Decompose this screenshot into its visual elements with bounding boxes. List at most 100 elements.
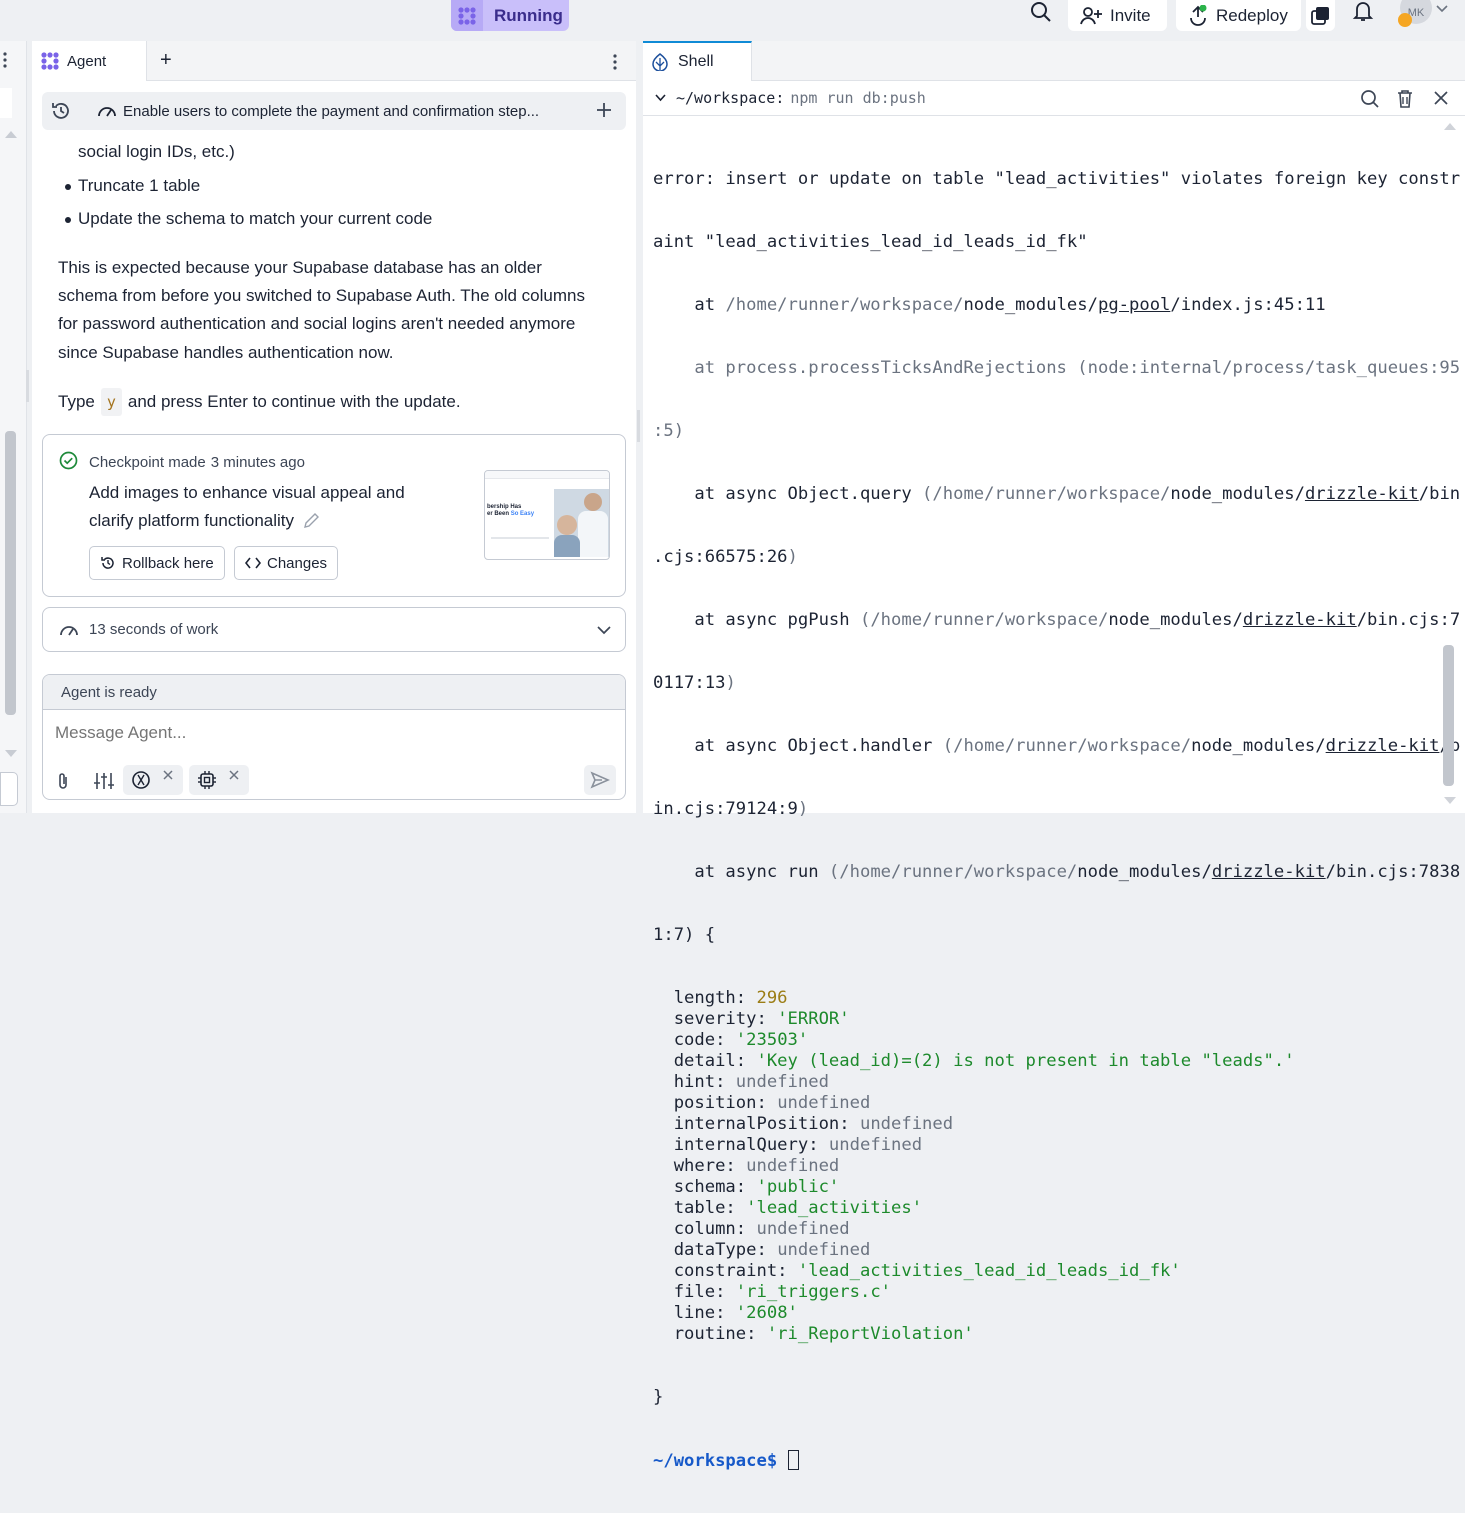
error-field-value: undefined [777,1093,871,1113]
cpu-chip[interactable] [189,765,249,795]
terminal-cursor [787,1450,799,1470]
checkpoint-description-line: Add images to enhance visual appeal and [89,483,405,502]
strip-box[interactable] [0,772,18,806]
scroll-down-icon[interactable] [4,749,18,759]
instruction-suffix: and press Enter to continue with the upd… [127,392,461,411]
pencil-icon[interactable] [302,512,320,530]
error-field-key: constraint: [653,1261,798,1281]
scroll-up-icon[interactable] [1443,121,1457,131]
avatar[interactable]: MK [1398,0,1433,27]
send-button[interactable] [584,765,616,795]
thumb-photo [554,489,609,557]
resize-handle-left[interactable] [26,370,29,402]
task-title: Enable users to complete the payment and… [123,102,540,120]
paperclip-icon[interactable] [55,771,71,791]
search-icon[interactable] [1360,89,1380,109]
close-icon[interactable] [1434,91,1448,105]
redeploy-button[interactable]: Redeploy [1176,0,1301,31]
error-field-key: severity: [653,1009,778,1029]
invite-label: Invite [1110,5,1151,25]
tab-agent[interactable]: Agent [32,41,147,81]
terminal-line: at process.processTicksAndRejections (no… [653,358,1461,378]
message-input[interactable] [55,719,595,747]
thumb-heading-line: er Been [487,511,510,517]
error-field-key: line: [653,1303,736,1323]
rollback-label: Rollback here [122,554,214,572]
error-field-value: undefined [735,1072,829,1092]
inline-code-key: y [100,388,122,416]
chevron-down-icon[interactable] [655,94,666,102]
error-field-key: schema: [653,1177,757,1197]
gauge-icon [97,104,117,118]
new-task-plus-icon[interactable] [595,101,613,119]
chevron-down-icon[interactable] [597,626,611,635]
error-field-line: dataType: undefined [653,1240,1443,1261]
error-field-value: undefined [756,1219,850,1239]
more-vertical-icon[interactable] [3,51,7,69]
terminal-line: error: insert or update on table "lead_a… [653,169,1461,189]
web-search-chip[interactable] [123,765,183,795]
history-icon[interactable] [50,100,72,122]
scrollbar-thumb[interactable] [1443,645,1454,786]
terminal-line: :5) [653,421,685,441]
agent-status-label: Agent is ready [61,683,157,701]
scrollbar-thumb[interactable] [5,431,16,715]
agent-status-bar: Agent is ready [43,675,625,710]
check-circle-icon [59,451,78,470]
error-field-value: 'ri_ReportViolation' [766,1324,974,1344]
search-icon[interactable] [1029,0,1053,24]
add-tab-button[interactable]: + [160,49,172,72]
message-paragraph-line: This is expected because your Supabase d… [58,258,542,277]
terminal-prompt: ~/workspace$ [653,1451,778,1471]
checkpoint-thumbnail[interactable]: bership Has er Been So Easy [484,470,610,560]
scroll-down-icon[interactable] [1443,796,1457,806]
tab-shell-label: Shell [678,53,714,70]
thumb-heading-line: bership Has [487,504,522,510]
close-icon[interactable] [229,770,239,780]
running-label: Running [494,5,563,25]
checkpoint-description-row: clarify platform functionality [89,507,405,535]
instruction-prefix: Type [58,392,95,411]
invite-button[interactable]: Invite [1068,0,1167,31]
top-bar: Running Invite Redeploy MK [0,0,1465,41]
error-field-value: undefined [777,1240,871,1260]
chevron-down-icon[interactable] [1436,5,1448,13]
globe-icon [131,770,151,790]
error-field-value: undefined [828,1135,923,1155]
code-icon [245,556,261,570]
thumb-photo-body2 [554,535,580,557]
terminal-line: 0117:13) [653,673,736,693]
resize-handle-middle[interactable] [637,410,640,442]
message-paragraph-line: since Supabase handles authentication no… [58,343,394,362]
error-field-value: undefined [859,1114,954,1134]
error-field-key: table: [653,1198,747,1218]
error-field-key: where: [653,1156,747,1176]
work-summary-row[interactable]: 13 seconds of work [42,607,626,652]
error-field-key: code: [653,1030,736,1050]
agent-panel: Agent + Enable users to complete the pay… [32,41,636,813]
error-field-line: internalPosition: undefined [653,1114,1443,1135]
terminal-prompt-line[interactable]: ~/workspace$ [653,1450,1443,1471]
scroll-up-icon[interactable] [4,129,18,139]
sliders-icon[interactable] [93,771,115,791]
error-field-value: 'lead_activities_lead_id_leads_id_fk' [797,1261,1181,1281]
error-field-value: '2608' [735,1303,798,1323]
close-icon[interactable] [163,770,173,780]
terminal-output[interactable]: error: insert or update on table "lead_a… [653,127,1461,1513]
task-bar[interactable]: Enable users to complete the payment and… [42,92,626,130]
thumb-heading: bership Has er Been So Easy [487,504,534,518]
copy-icon[interactable] [1306,0,1335,31]
running-status-button[interactable]: Running [451,0,569,31]
add-user-icon [1080,6,1102,26]
changes-label: Changes [267,554,328,572]
trash-icon[interactable] [1396,89,1414,109]
agent-tab-bar: Agent + [32,41,636,81]
message-text-partial: social login IDs, etc.) [78,142,235,161]
terminal-line: in.cjs:79124:9) [653,799,809,819]
rollback-button[interactable]: Rollback here [89,546,225,580]
message-paragraph-line: schema from before you switched to Supab… [58,286,585,305]
more-vertical-icon[interactable] [613,53,617,71]
bell-icon[interactable] [1352,0,1374,22]
tab-shell[interactable]: Shell [643,41,752,81]
changes-button[interactable]: Changes [234,546,339,580]
